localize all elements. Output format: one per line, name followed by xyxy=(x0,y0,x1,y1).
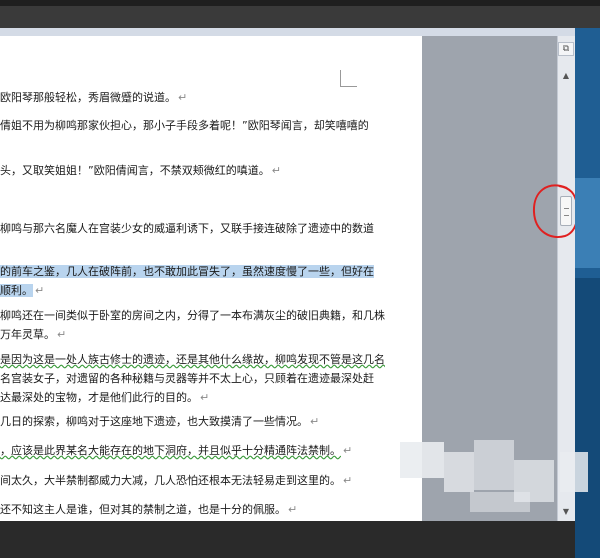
paragraph-3[interactable]: 头，又取笑姐姐！”欧阳倩闻言，不禁双颊微红的嗔道。 ↵ xyxy=(0,161,415,180)
paragraph-line: 万年灵草。 ↵ xyxy=(0,328,67,341)
paragraph-mark-icon: ↵ xyxy=(57,328,67,341)
paragraph-line: 几日的探索，柳鸣对于这座地下遗迹，也大致摸清了一些情况。 ↵ xyxy=(0,415,320,428)
pixelated-overlay xyxy=(400,442,444,478)
taskbar-area xyxy=(0,521,575,558)
paragraph-line: 柳鸣还在一间类似于卧室的房间之内，分得了一本布满灰尘的破旧典籍，和几株 xyxy=(0,309,385,322)
grammar-flag-text: 是因为这是一处人族古修士的遗迹，还是其他什么缘故，柳鸣发现不管是这几名 xyxy=(0,353,385,366)
paragraph-mark-icon: ↵ xyxy=(200,391,210,404)
right-edge-shade xyxy=(575,278,600,558)
margin-corner-mark xyxy=(340,70,357,87)
document-page[interactable]: 欧阳琴那般轻松，秀眉微蹙的说道。 ↵ 倩姐不用为柳鸣那家伙担心，那小子手段多着呢！… xyxy=(0,36,422,521)
paragraph-9[interactable]: ，应该是此界某名大能存在的地下洞府，并且似乎十分精通阵法禁制。 ↵ xyxy=(0,441,415,460)
paragraph-1[interactable]: 欧阳琴那般轻松，秀眉微蹙的说道。 ↵ xyxy=(0,88,415,107)
paragraph-line: 间太久，大半禁制都威力大减，几人恐怕还根本无法轻易走到这里的。 ↵ xyxy=(0,474,353,487)
red-circle-annotation xyxy=(532,184,579,238)
paragraph-mark-icon: ↵ xyxy=(178,91,188,104)
paragraph-line: 顺利。 ↵ xyxy=(0,281,415,300)
paragraph-line: 头，又取笑姐姐！”欧阳倩闻言，不禁双颊微红的嗔道。 ↵ xyxy=(0,164,281,177)
right-edge-highlight xyxy=(575,178,600,268)
paragraph-line: 是因为这是一处人族古修士的遗迹，还是其他什么缘故，柳鸣发现不管是这几名 xyxy=(0,350,415,369)
paragraph-10[interactable]: 间太久，大半禁制都威力大减，几人恐怕还根本无法轻易走到这里的。 ↵ xyxy=(0,471,415,490)
selected-text[interactable]: 的前车之鉴，几人在破阵前，也不敢加此冒失了，虽然速度慢了一些，但好在 xyxy=(0,265,374,278)
scroll-up-icon[interactable]: ▲ xyxy=(559,70,573,82)
paragraph-11[interactable]: 还不知这主人是谁，但对其的禁制之道，也是十分的佩服。 ↵ xyxy=(0,500,415,519)
paragraph-2[interactable]: 倩姐不用为柳鸣那家伙担心，那小子手段多着呢！”欧阳琴闻言，却笑嘻嘻的 xyxy=(0,116,415,135)
paragraph-line: 的前车之鉴，几人在破阵前，也不敢加此冒失了，虽然速度慢了一些，但好在 xyxy=(0,262,415,281)
paragraph-mark-icon: ↵ xyxy=(343,444,353,457)
title-bar-area xyxy=(0,0,600,28)
paragraph-mark-icon: ↵ xyxy=(35,284,45,297)
pixelated-overlay xyxy=(444,452,474,492)
grammar-flag-text: ，应该是此界某名大能存在的地下洞府，并且似乎十分精通阵法禁制。 xyxy=(0,444,341,457)
paragraph-line: 达最深处的宝物，才是他们此行的目的。 ↵ xyxy=(0,391,210,404)
pixelated-overlay xyxy=(560,452,588,492)
selected-text[interactable]: 顺利。 xyxy=(0,284,33,297)
paragraph-mark-icon: ↵ xyxy=(310,415,320,428)
paragraph-line: 倩姐不用为柳鸣那家伙担心，那小子手段多着呢！”欧阳琴闻言，却笑嘻嘻的 xyxy=(0,119,369,132)
paragraph-mark-icon: ↵ xyxy=(271,164,281,177)
paragraph-line: 还不知这主人是谁，但对其的禁制之道，也是十分的佩服。 ↵ xyxy=(0,503,298,516)
split-view-icon[interactable]: ⧉ xyxy=(558,42,574,56)
paragraph-5-selected[interactable]: 的前车之鉴，几人在破阵前，也不敢加此冒失了，虽然速度慢了一些，但好在 顺利。 ↵ xyxy=(0,262,415,300)
paragraph-7[interactable]: 是因为这是一处人族古修士的遗迹，还是其他什么缘故，柳鸣发现不管是这几名 名宫装女… xyxy=(0,350,415,407)
paragraph-8[interactable]: 几日的探索，柳鸣对于这座地下遗迹，也大致摸清了一些情况。 ↵ xyxy=(0,412,415,431)
title-bar-strip xyxy=(0,0,600,6)
paragraph-line: 名宫装女子，对遗留的各种秘籍与灵器等并不太上心，只顾着在遗迹最深处赶 xyxy=(0,372,374,385)
scroll-down-icon[interactable]: ▼ xyxy=(559,506,573,518)
pixelated-overlay xyxy=(470,492,530,512)
paragraph-4[interactable]: 柳鸣与那六名魔人在宫装少女的威逼利诱下，又联手接连破除了遗迹中的数道 xyxy=(0,219,415,238)
paragraph-line: 柳鸣与那六名魔人在宫装少女的威逼利诱下，又联手接连破除了遗迹中的数道 xyxy=(0,222,374,235)
paragraph-line: ，应该是此界某名大能存在的地下洞府，并且似乎十分精通阵法禁制。 ↵ xyxy=(0,441,415,460)
paragraph-mark-icon: ↵ xyxy=(343,474,353,487)
pixelated-overlay xyxy=(474,440,514,490)
paragraph-mark-icon: ↵ xyxy=(288,503,298,516)
paragraph-line: 欧阳琴那般轻松，秀眉微蹙的说道。 ↵ xyxy=(0,91,188,104)
paragraph-6[interactable]: 柳鸣还在一间类似于卧室的房间之内，分得了一本布满灰尘的破旧典籍，和几株 万年灵草… xyxy=(0,306,415,344)
vertical-scrollbar[interactable]: ⧉ ▲ ▼ xyxy=(557,36,576,521)
